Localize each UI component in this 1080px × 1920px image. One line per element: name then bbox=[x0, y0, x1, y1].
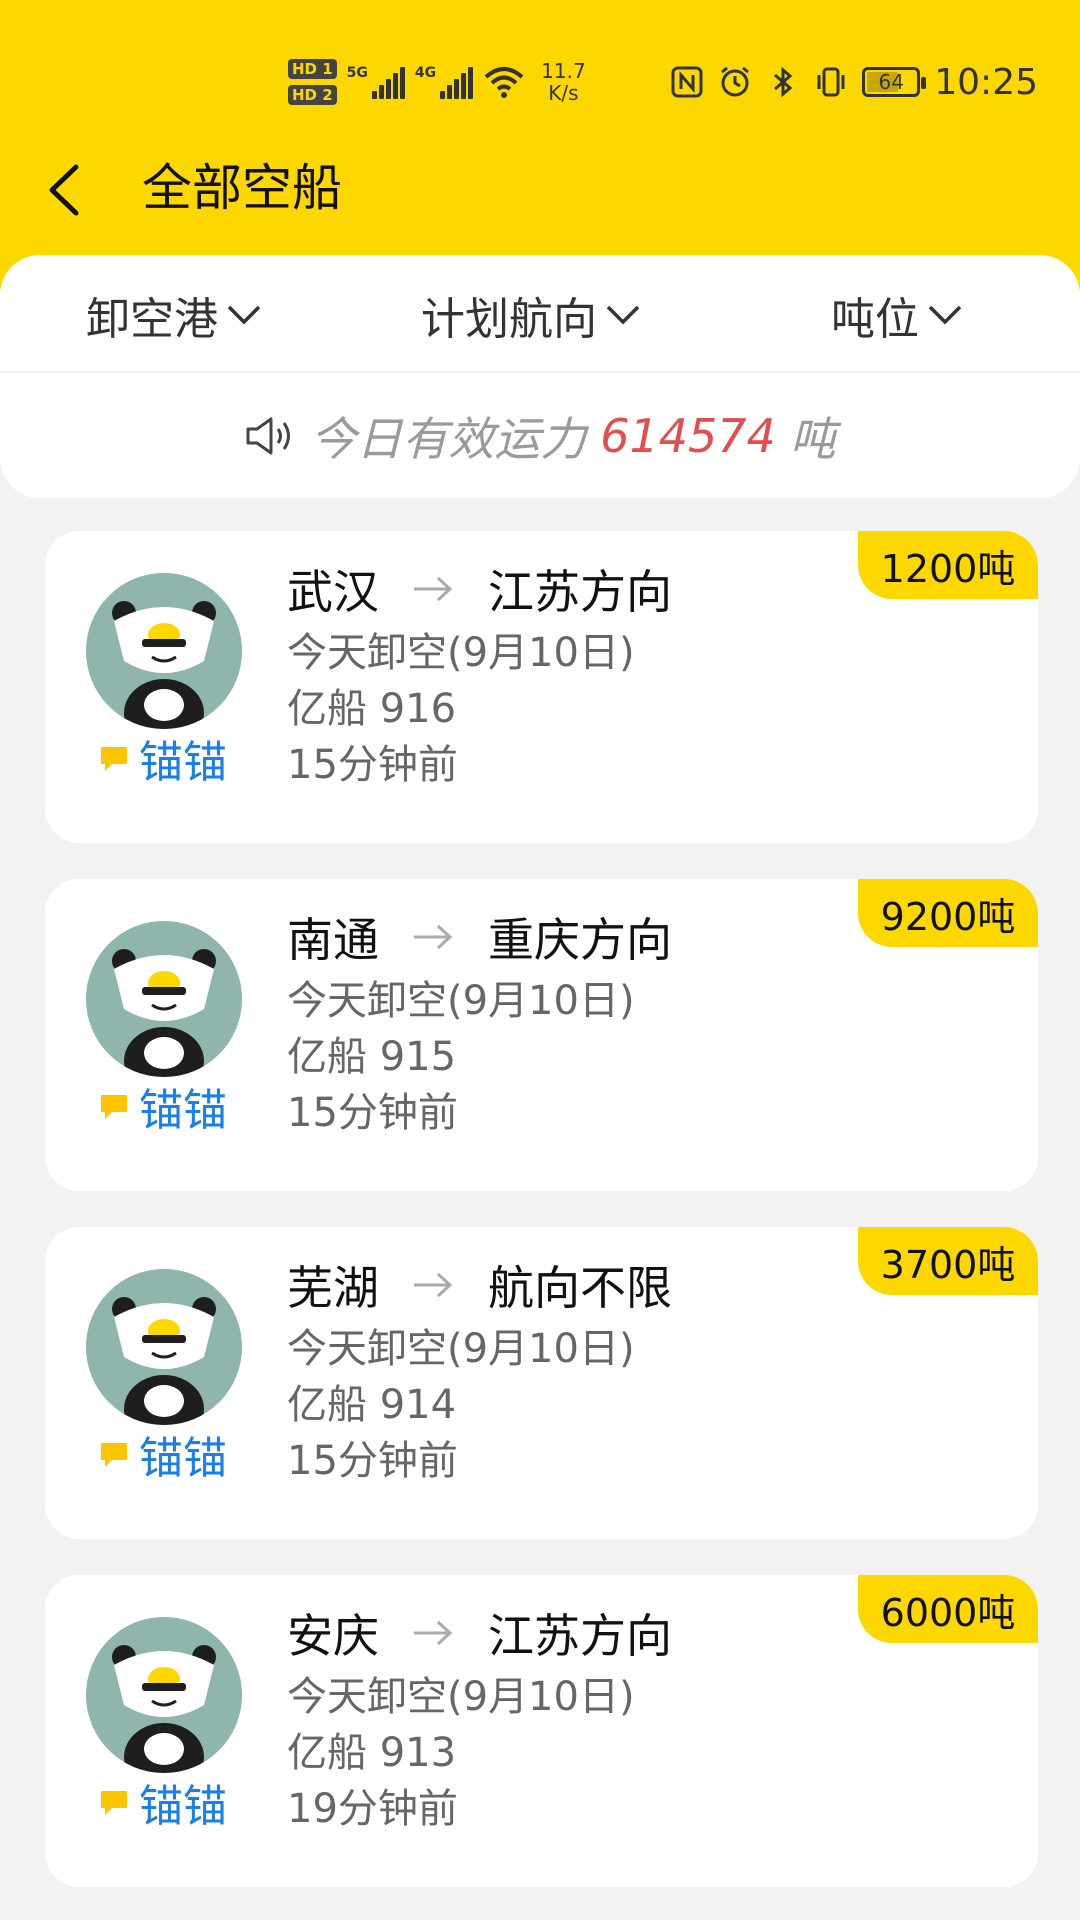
ship-name: 亿船 913 bbox=[287, 1730, 457, 1776]
chat-bubble-icon bbox=[101, 1095, 127, 1119]
owner-contact[interactable]: 锚锚 bbox=[97, 1427, 227, 1484]
panda-avatar-icon bbox=[86, 573, 242, 729]
tonnage-badge: 6000吨 bbox=[858, 1575, 1038, 1643]
filter-label: 计划航向 bbox=[421, 294, 597, 345]
page-title: 全部空船 bbox=[142, 159, 342, 217]
avatar[interactable] bbox=[86, 1269, 242, 1425]
owner-name: 锚锚 bbox=[139, 1781, 227, 1832]
chat-bubble-icon bbox=[101, 747, 127, 771]
route-from: 芜湖 bbox=[287, 1261, 379, 1315]
owner-name: 锚锚 bbox=[139, 1085, 227, 1136]
alarm-icon bbox=[721, 66, 750, 97]
panda-avatar-icon bbox=[86, 921, 242, 1077]
owner-contact[interactable]: 锚锚 bbox=[97, 731, 227, 788]
ship-card[interactable]: 1200吨 锚锚 武汉 江苏方向 今天卸空(9月10日) 亿船 916 15分钟… bbox=[45, 531, 1038, 843]
unload-date: 今天卸空(9月10日) bbox=[287, 1674, 635, 1720]
filter-label: 卸空港 bbox=[86, 294, 218, 345]
owner-contact[interactable]: 锚锚 bbox=[97, 1775, 227, 1832]
avatar[interactable] bbox=[86, 573, 242, 729]
ship-name: 亿船 914 bbox=[287, 1382, 457, 1428]
owner-name: 锚锚 bbox=[139, 1433, 227, 1484]
route-to: 江苏方向 bbox=[488, 1609, 672, 1663]
unload-date: 今天卸空(9月10日) bbox=[287, 978, 635, 1024]
hd1-indicator: HD 1 bbox=[288, 59, 337, 79]
route: 芜湖 航向不限 bbox=[287, 1255, 672, 1315]
battery-icon: 64 bbox=[862, 67, 927, 97]
route-from: 安庆 bbox=[287, 1609, 379, 1663]
route-to: 航向不限 bbox=[488, 1261, 672, 1315]
network-speed: 11.7 K/s bbox=[541, 59, 586, 105]
nfc-icon bbox=[671, 66, 703, 98]
capacity-notice: 今日有效运力 614574 吨 bbox=[0, 373, 1080, 498]
capacity-unit: 吨 bbox=[789, 411, 836, 466]
clock: 10:25 bbox=[934, 61, 1038, 103]
route-to: 重庆方向 bbox=[488, 913, 672, 967]
post-time: 15分钟前 bbox=[287, 742, 458, 788]
capacity-value: 614574 bbox=[600, 408, 776, 463]
bluetooth-icon bbox=[774, 66, 793, 98]
signal-4g-icon: 4G bbox=[415, 65, 474, 99]
panda-avatar-icon bbox=[86, 1617, 242, 1773]
route-to: 江苏方向 bbox=[488, 565, 672, 619]
route: 安庆 江苏方向 bbox=[287, 1603, 672, 1663]
chevron-down-icon bbox=[606, 305, 640, 325]
ship-card[interactable]: 6000吨 锚锚 安庆 江苏方向 今天卸空(9月10日) 亿船 913 19分钟… bbox=[45, 1575, 1038, 1887]
filter-planned-route[interactable]: 计划航向 bbox=[421, 289, 641, 345]
chat-bubble-icon bbox=[101, 1443, 127, 1467]
route-from: 武汉 bbox=[287, 565, 379, 619]
wifi-icon bbox=[484, 67, 524, 98]
status-bar: HD 1 HD 2 5G 4G 11.7 K/s 64 10:25 bbox=[0, 40, 1080, 124]
post-time: 15分钟前 bbox=[287, 1090, 458, 1136]
notice-text: 今日有效运力 bbox=[310, 411, 587, 466]
ship-card[interactable]: 9200吨 锚锚 南通 重庆方向 今天卸空(9月10日) 亿船 915 15分钟… bbox=[45, 879, 1038, 1191]
route: 武汉 江苏方向 bbox=[287, 559, 672, 619]
chat-bubble-icon bbox=[101, 1791, 127, 1815]
speaker-icon bbox=[246, 417, 291, 454]
avatar[interactable] bbox=[86, 1617, 242, 1773]
route-from: 南通 bbox=[287, 913, 379, 967]
filter-panel: 卸空港 计划航向 吨位 今日有效运力 614574 吨 bbox=[0, 255, 1080, 498]
signal-5g-icon: 5G bbox=[347, 65, 405, 99]
arrow-right-icon bbox=[414, 1620, 453, 1646]
vibrate-icon bbox=[817, 67, 845, 97]
owner-name: 锚锚 bbox=[139, 737, 227, 788]
unload-date: 今天卸空(9月10日) bbox=[287, 630, 635, 676]
tonnage-badge: 9200吨 bbox=[858, 879, 1038, 947]
filter-label: 吨位 bbox=[831, 294, 919, 345]
arrow-right-icon bbox=[414, 1272, 453, 1298]
tonnage-badge: 3700吨 bbox=[858, 1227, 1038, 1295]
route: 南通 重庆方向 bbox=[287, 907, 672, 967]
post-time: 19分钟前 bbox=[287, 1786, 458, 1832]
chevron-down-icon bbox=[928, 305, 962, 325]
panda-avatar-icon bbox=[86, 1269, 242, 1425]
chevron-down-icon bbox=[227, 305, 261, 325]
back-arrow-icon[interactable] bbox=[44, 163, 84, 217]
avatar[interactable] bbox=[86, 921, 242, 1077]
post-time: 15分钟前 bbox=[287, 1438, 458, 1484]
hd2-indicator: HD 2 bbox=[288, 85, 337, 105]
filter-bar: 卸空港 计划航向 吨位 bbox=[0, 255, 1080, 373]
owner-contact[interactable]: 锚锚 bbox=[97, 1079, 227, 1136]
arrow-right-icon bbox=[414, 576, 453, 602]
tonnage-badge: 1200吨 bbox=[858, 531, 1038, 599]
app-header: HD 1 HD 2 5G 4G 11.7 K/s 64 10:25 全部空船 bbox=[0, 0, 1080, 290]
ship-name: 亿船 915 bbox=[287, 1034, 457, 1080]
ship-name: 亿船 916 bbox=[287, 686, 457, 732]
filter-unload-port[interactable]: 卸空港 bbox=[86, 289, 262, 345]
arrow-right-icon bbox=[414, 924, 453, 950]
ship-card[interactable]: 3700吨 锚锚 芜湖 航向不限 今天卸空(9月10日) 亿船 914 15分钟… bbox=[45, 1227, 1038, 1539]
filter-tonnage[interactable]: 吨位 bbox=[831, 289, 963, 345]
unload-date: 今天卸空(9月10日) bbox=[287, 1326, 635, 1372]
